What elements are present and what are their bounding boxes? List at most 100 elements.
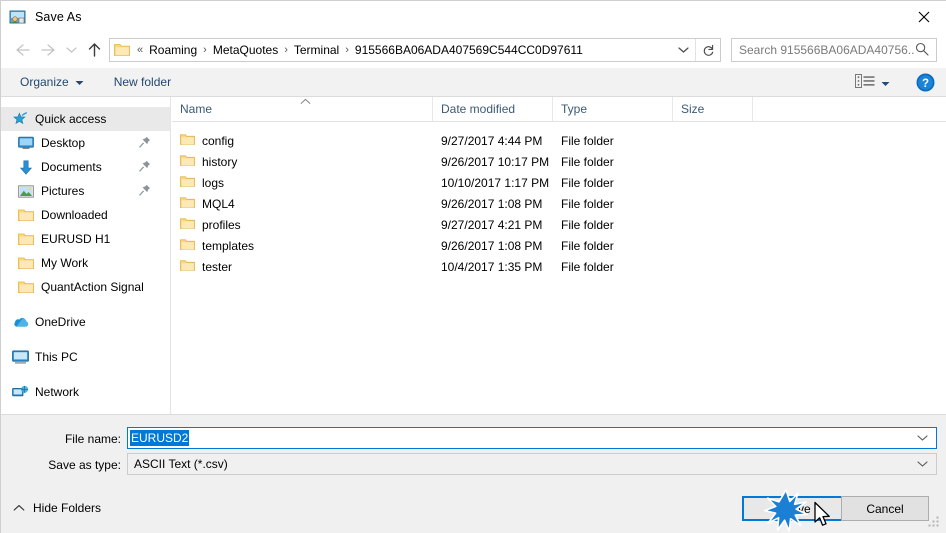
file-type-cell: File folder bbox=[561, 217, 614, 232]
this-pc-icon bbox=[11, 349, 29, 365]
table-row[interactable]: history 9/26/2017 10:17 PM File folder bbox=[172, 151, 946, 172]
forward-button[interactable] bbox=[35, 36, 61, 64]
file-name-text: templates bbox=[202, 238, 255, 253]
file-type-cell: File folder bbox=[561, 154, 614, 169]
address-dropdown-button[interactable] bbox=[672, 39, 694, 61]
table-row[interactable]: config 9/27/2017 4:44 PM File folder bbox=[172, 130, 946, 151]
refresh-button[interactable] bbox=[695, 39, 720, 61]
sidebar-item-onedrive[interactable]: OneDrive bbox=[1, 310, 170, 334]
cancel-button[interactable]: Cancel bbox=[841, 496, 929, 521]
pin-icon[interactable] bbox=[139, 160, 151, 175]
file-name-cell[interactable]: tester bbox=[172, 256, 433, 277]
save-as-type-select[interactable]: ASCII Text (*.csv) bbox=[127, 453, 937, 475]
search-input[interactable]: Search 915566BA06ADA40756... bbox=[739, 43, 915, 57]
star-pin-icon bbox=[11, 111, 29, 127]
list-top-spacer bbox=[172, 122, 946, 130]
folder-icon bbox=[180, 154, 195, 170]
sidebar-item-pictures[interactable]: Pictures bbox=[1, 179, 170, 203]
file-name-text: profiles bbox=[202, 217, 241, 232]
table-row[interactable]: profiles 9/27/2017 4:21 PM File folder bbox=[172, 214, 946, 235]
file-date-cell: 9/26/2017 1:08 PM bbox=[441, 238, 543, 253]
pin-icon[interactable] bbox=[139, 184, 151, 199]
chevron-down-icon[interactable] bbox=[917, 457, 928, 471]
sidebar-item-eurusd-h1[interactable]: EURUSD H1 bbox=[1, 227, 170, 251]
table-row[interactable]: MQL4 9/26/2017 1:08 PM File folder bbox=[172, 193, 946, 214]
hide-folders-button[interactable]: Hide Folders bbox=[13, 501, 101, 515]
file-name-text: MQL4 bbox=[202, 196, 235, 211]
save-as-type-value: ASCII Text (*.csv) bbox=[134, 457, 228, 471]
arrow-right-icon bbox=[40, 44, 55, 56]
organize-label: Organize bbox=[20, 75, 69, 89]
sidebar-item-quick-access[interactable]: Quick access bbox=[1, 107, 170, 131]
table-row[interactable]: logs 10/10/2017 1:17 PM File folder bbox=[172, 172, 946, 193]
file-name-cell[interactable]: history bbox=[172, 151, 433, 172]
breadcrumb-separator[interactable]: › bbox=[199, 39, 211, 61]
search-icon[interactable] bbox=[915, 42, 929, 59]
file-name-text: tester bbox=[202, 259, 233, 274]
sidebar-item-documents[interactable]: Documents bbox=[1, 155, 170, 179]
column-label: Name bbox=[180, 102, 213, 116]
file-name-value[interactable]: EURUSD2 bbox=[130, 430, 190, 446]
dialog-body: Quick access Desktop Documents Pictures … bbox=[1, 97, 946, 414]
table-row[interactable]: templates 9/26/2017 1:08 PM File folder bbox=[172, 235, 946, 256]
sidebar-item-downloaded[interactable]: Downloaded bbox=[1, 203, 170, 227]
sidebar-item-label: Quick access bbox=[35, 112, 107, 126]
table-row[interactable]: tester 10/4/2017 1:35 PM File folder bbox=[172, 256, 946, 277]
breadcrumb-current-folder[interactable]: 915566BA06ADA407569C544CC0D97611 bbox=[353, 39, 585, 61]
file-date-cell: 9/27/2017 4:44 PM bbox=[441, 133, 543, 148]
refresh-icon bbox=[703, 44, 713, 56]
sidebar-item-desktop[interactable]: Desktop bbox=[1, 131, 170, 155]
file-type-cell: File folder bbox=[561, 238, 614, 253]
resize-grip-icon[interactable] bbox=[927, 515, 941, 529]
sidebar-item-my-work[interactable]: My Work bbox=[1, 251, 170, 275]
recent-locations-button[interactable] bbox=[61, 36, 81, 64]
new-folder-button[interactable]: New folder bbox=[107, 71, 178, 94]
breadcrumb-metaquotes[interactable]: MetaQuotes bbox=[211, 39, 280, 61]
organize-button[interactable]: Organize bbox=[13, 71, 91, 94]
pictures-icon bbox=[17, 183, 35, 199]
file-name-cell[interactable]: profiles bbox=[172, 214, 433, 235]
up-button[interactable] bbox=[81, 36, 107, 64]
file-type-cell: File folder bbox=[561, 196, 614, 211]
column-header-size[interactable]: Size bbox=[673, 97, 753, 121]
sort-ascending-icon bbox=[300, 94, 311, 108]
column-header-type[interactable]: Type bbox=[553, 97, 673, 121]
file-name-input[interactable]: EURUSD2 bbox=[127, 427, 937, 449]
title-bar: Save As bbox=[1, 1, 946, 32]
file-name-cell[interactable]: templates bbox=[172, 235, 433, 256]
breadcrumb-separator[interactable]: › bbox=[280, 39, 292, 61]
address-bar[interactable]: « Roaming › MetaQuotes › Terminal › 9155… bbox=[109, 38, 721, 62]
change-view-button[interactable] bbox=[851, 71, 894, 94]
file-date-cell: 9/27/2017 4:21 PM bbox=[441, 217, 543, 232]
file-type-cell: File folder bbox=[561, 133, 614, 148]
file-name-cell[interactable]: MQL4 bbox=[172, 193, 433, 214]
column-header-date-modified[interactable]: Date modified bbox=[433, 97, 553, 121]
folder-icon bbox=[17, 279, 35, 295]
chevron-down-icon[interactable] bbox=[917, 431, 928, 445]
onedrive-icon bbox=[11, 314, 29, 330]
sidebar-item-quantaction-signal[interactable]: QuantAction Signal bbox=[1, 275, 170, 299]
breadcrumb-roaming[interactable]: Roaming bbox=[147, 39, 199, 61]
pin-icon[interactable] bbox=[139, 136, 151, 151]
caret-down-icon bbox=[881, 76, 890, 90]
help-button[interactable]: ? bbox=[916, 73, 935, 92]
back-button[interactable] bbox=[9, 36, 35, 64]
sidebar-item-label: Pictures bbox=[41, 184, 85, 198]
close-button[interactable] bbox=[901, 1, 946, 32]
file-name-cell[interactable]: logs bbox=[172, 172, 433, 193]
search-box[interactable]: Search 915566BA06ADA40756... bbox=[731, 38, 937, 62]
sidebar-divider bbox=[1, 334, 170, 345]
breadcrumb-terminal[interactable]: Terminal bbox=[292, 39, 341, 61]
sidebar-item-this-pc[interactable]: This PC bbox=[1, 345, 170, 369]
sidebar-item-network[interactable]: Network bbox=[1, 380, 170, 404]
file-type-cell: File folder bbox=[561, 259, 614, 274]
save-button[interactable]: Save bbox=[742, 496, 852, 521]
caret-down-icon bbox=[75, 75, 84, 89]
column-label: Date modified bbox=[441, 102, 516, 116]
folder-icon bbox=[180, 259, 195, 275]
sidebar-divider bbox=[1, 299, 170, 310]
breadcrumb-separator[interactable]: › bbox=[341, 39, 353, 61]
file-name-cell[interactable]: config bbox=[172, 130, 433, 151]
sidebar-item-label: Desktop bbox=[41, 136, 86, 150]
arrow-up-icon bbox=[88, 43, 100, 57]
